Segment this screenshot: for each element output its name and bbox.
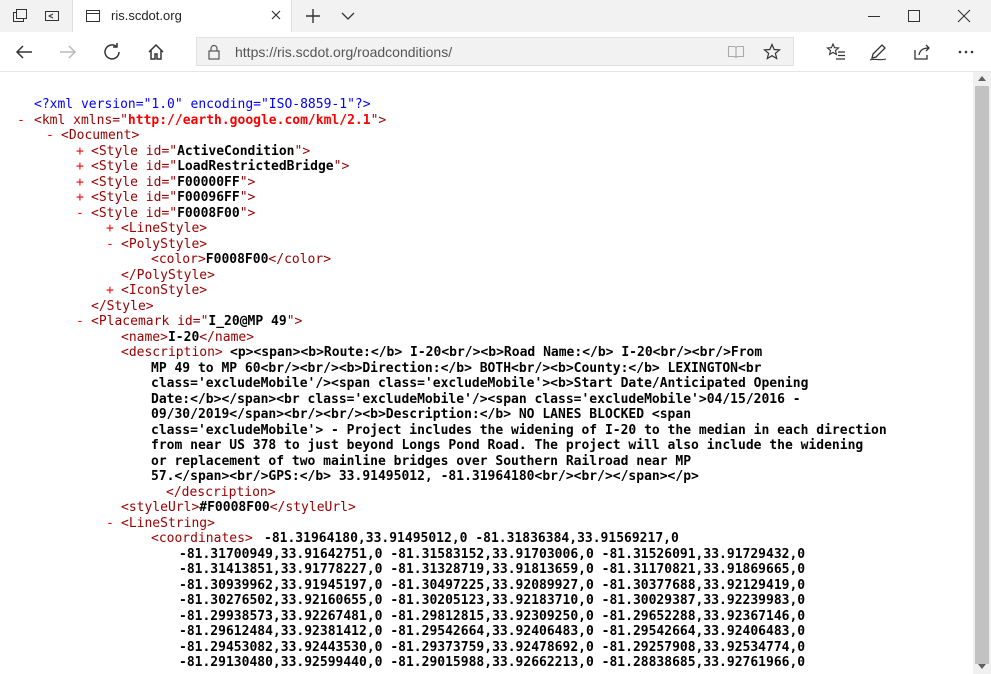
- expand-toggle-style-4[interactable]: +: [76, 190, 84, 205]
- active-tab[interactable]: ris.scdot.org: [72, 0, 292, 32]
- expand-toggle-style-2[interactable]: +: [76, 159, 84, 174]
- xml-viewer: <?xml version="1.0" encoding="ISO-8859-1…: [0, 72, 973, 674]
- coordinate-line: -81.31413851,33.91778227,0 -81.31328719,…: [179, 562, 806, 577]
- description-line: class='excludeMobile'> - Project include…: [151, 423, 887, 438]
- coordinate-line: -81.29612484,33.92381412,0 -81.29542664,…: [179, 624, 806, 639]
- favorites-hub-icon[interactable]: [826, 42, 846, 62]
- scroll-up-arrow-icon[interactable]: [978, 76, 986, 81]
- description-line: class='excludeMobile'/><span class='excl…: [151, 376, 809, 391]
- minimize-icon[interactable]: [866, 8, 882, 24]
- coordinate-line: -81.31964180,33.91495012,0 -81.31836384,…: [264, 531, 679, 546]
- address-bar[interactable]: https://ris.scdot.org/roadconditions/: [196, 37, 794, 66]
- home-icon[interactable]: [146, 42, 166, 62]
- description-line: <p><span><b>Route:</b> I-20<br/><b>Road …: [230, 345, 763, 360]
- style-node-2: <Style id="LoadRestrictedBridge">: [91, 159, 350, 174]
- expand-toggle-style-1[interactable]: +: [76, 144, 84, 159]
- style-node-1: <Style id="ActiveCondition">: [91, 144, 311, 159]
- coordinate-line: -81.30276502,33.92160655,0 -81.30205123,…: [179, 593, 806, 608]
- kml-node: <kml xmlns="http://earth.google.com/kml/…: [34, 113, 386, 128]
- collapse-toggle-style-5[interactable]: -: [76, 206, 84, 221]
- polystyle-close-tag: </PolyStyle>: [121, 268, 215, 283]
- kml-tag-end: ">: [370, 113, 387, 128]
- refresh-icon[interactable]: [102, 42, 122, 62]
- coordinate-line: -81.30939962,33.91945197,0 -81.30497225,…: [179, 578, 806, 593]
- collapse-toggle-kml[interactable]: -: [17, 113, 25, 128]
- style-node-3: <Style id="F00000FF">: [91, 175, 256, 190]
- linestring-tag: <LineString>: [121, 516, 215, 531]
- lock-icon[interactable]: [207, 44, 221, 65]
- collapse-toggle-polystyle[interactable]: -: [106, 237, 114, 252]
- pen-icon[interactable]: [868, 42, 888, 62]
- description-line: Date:</b></span><br class='excludeMobile…: [151, 392, 801, 407]
- new-tab-icon[interactable]: [304, 7, 322, 30]
- style-node-5: <Style id="F0008F00">: [91, 206, 256, 221]
- title-bar: ris.scdot.org: [0, 0, 991, 32]
- linestyle-tag: <LineStyle>: [121, 221, 208, 236]
- kml-namespace: http://earth.google.com/kml/2.1: [127, 113, 371, 128]
- description-close-tag: </description>: [166, 485, 276, 500]
- maximize-icon[interactable]: [906, 8, 922, 24]
- expand-toggle-style-3[interactable]: +: [76, 175, 84, 190]
- description-tag: <description>: [121, 345, 223, 360]
- placemark-node: <Placemark id="I_20@MP 49">: [91, 314, 303, 329]
- iconstyle-tag: <IconStyle>: [121, 283, 208, 298]
- name-node: <name>I-20</name>: [121, 330, 255, 345]
- tab-title: ris.scdot.org: [111, 8, 182, 23]
- scroll-down-arrow-icon[interactable]: [978, 664, 986, 669]
- description-line: from near US 378 to just beyond Longs Po…: [151, 438, 864, 453]
- styleurl-node: <styleUrl>#F0008F00</styleUrl>: [121, 500, 356, 515]
- description-line: or replacement of two mainline bridges o…: [151, 454, 692, 469]
- navigation-bar: https://ris.scdot.org/roadconditions/: [0, 32, 991, 72]
- back-icon[interactable]: [14, 42, 34, 62]
- collapse-toggle-placemark[interactable]: -: [76, 314, 84, 329]
- url-text[interactable]: https://ris.scdot.org/roadconditions/: [235, 44, 452, 60]
- style-close-tag: </Style>: [91, 299, 154, 314]
- description-line: 09/30/2019</span><br/><br/><b>Descriptio…: [151, 407, 692, 422]
- chevron-down-icon[interactable]: [340, 9, 356, 28]
- xml-declaration: <?xml version="1.0" encoding="ISO-8859-1…: [34, 97, 371, 112]
- scrollbar-thumb[interactable]: [975, 86, 989, 664]
- close-tab-icon[interactable]: [269, 8, 283, 27]
- forward-icon[interactable]: [58, 42, 78, 62]
- close-window-icon[interactable]: [956, 8, 972, 24]
- more-options-icon[interactable]: [956, 42, 976, 62]
- coordinate-line: -81.29453082,33.92443530,0 -81.29373759,…: [179, 640, 806, 655]
- color-node: <color>F0008F00</color>: [151, 252, 332, 267]
- coordinate-line: -81.29130480,33.92599440,0 -81.29015988,…: [179, 655, 806, 670]
- page-icon: [85, 8, 101, 29]
- collapse-toggle-document[interactable]: -: [46, 128, 54, 143]
- description-line: MP 49 to MP 60<br/><br/><b>Direction:</b…: [151, 361, 762, 376]
- coordinates-tag: <coordinates>: [151, 531, 253, 546]
- tab-actions-icon[interactable]: [12, 8, 28, 24]
- description-line: 57.</span><br/>GPS:</b> 33.91495012, -81…: [151, 469, 699, 484]
- document-tag: <Document>: [61, 128, 140, 143]
- expand-toggle-iconstyle[interactable]: +: [106, 283, 114, 298]
- coordinate-line: -81.31700949,33.91642751,0 -81.31583152,…: [179, 547, 806, 562]
- kml-tag: <kml xmlns=": [34, 113, 128, 128]
- expand-toggle-linestyle[interactable]: +: [106, 221, 114, 236]
- favorite-star-icon[interactable]: [762, 43, 782, 66]
- style-node-4: <Style id="F00096FF">: [91, 190, 256, 205]
- coordinate-line: -81.29938573,33.92267481,0 -81.29812815,…: [179, 609, 806, 624]
- set-tabs-aside-icon[interactable]: [44, 8, 60, 24]
- polystyle-tag: <PolyStyle>: [121, 237, 208, 252]
- collapse-toggle-linestring[interactable]: -: [106, 516, 114, 531]
- share-icon[interactable]: [912, 42, 932, 62]
- reading-view-icon[interactable]: [727, 44, 745, 65]
- vertical-scrollbar[interactable]: [973, 72, 991, 674]
